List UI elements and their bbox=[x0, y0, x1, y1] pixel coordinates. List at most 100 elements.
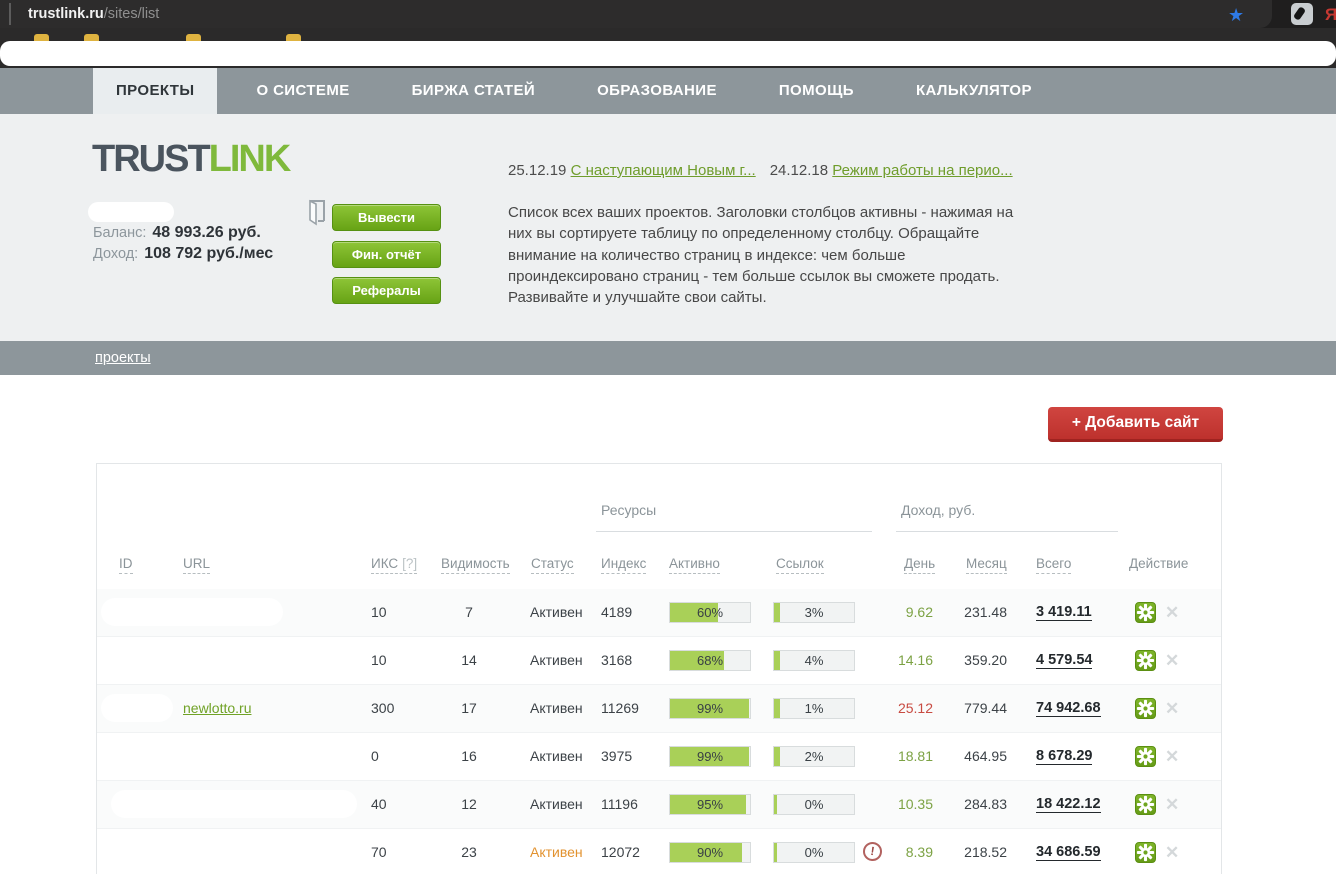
row-redaction bbox=[107, 742, 347, 770]
index-link[interactable]: 11196 bbox=[601, 781, 638, 828]
nav-tab-5[interactable]: КАЛЬКУЛЯТОР bbox=[893, 68, 1055, 114]
settings-gear-icon[interactable] bbox=[1135, 794, 1156, 815]
column-label: ИКС bbox=[371, 556, 399, 571]
index-link[interactable]: 3975 bbox=[601, 733, 632, 780]
index-link[interactable]: 12072 bbox=[601, 829, 640, 874]
nav-tab-1[interactable]: О СИСТЕМЕ bbox=[233, 68, 372, 114]
income-total-link[interactable]: 8 678.29 bbox=[1036, 733, 1093, 780]
help-icon[interactable]: [?] bbox=[402, 556, 417, 571]
settings-gear-icon[interactable] bbox=[1135, 650, 1156, 671]
nav-tab-2[interactable]: БИРЖА СТАТЕЙ bbox=[389, 68, 558, 114]
logout-icon[interactable] bbox=[303, 196, 329, 231]
column-header-6[interactable]: Активно bbox=[669, 556, 720, 574]
fin-report-button[interactable]: Фин. отчёт bbox=[332, 241, 441, 268]
column-header-1[interactable]: URL bbox=[183, 556, 211, 574]
logo-trust-text: TRUST bbox=[92, 138, 211, 180]
bookmark-star-icon[interactable]: ★ bbox=[1228, 1, 1244, 29]
iks-link[interactable]: 70 bbox=[371, 829, 387, 874]
nav-tab-3[interactable]: ОБРАЗОВАНИЕ bbox=[574, 68, 740, 114]
delete-site-icon[interactable]: ✕ bbox=[1165, 733, 1179, 780]
breadcrumb-projects-link[interactable]: проекты bbox=[95, 341, 151, 375]
nav-tab-projects[interactable]: ПРОЕКТЫ bbox=[93, 68, 218, 114]
column-header-7[interactable]: Ссылок bbox=[776, 556, 824, 574]
news-link[interactable]: Режим работы на перио... bbox=[832, 162, 1012, 179]
yandex-icon[interactable]: Я bbox=[1325, 3, 1336, 27]
delete-site-icon[interactable]: ✕ bbox=[1165, 589, 1179, 636]
extension-icon[interactable] bbox=[1291, 3, 1313, 25]
column-header-5[interactable]: Индекс bbox=[601, 556, 647, 574]
income-total-link[interactable]: 34 686.59 bbox=[1036, 829, 1101, 874]
column-header-9[interactable]: Месяц bbox=[966, 556, 1007, 574]
withdraw-button[interactable]: Вывести bbox=[332, 204, 441, 231]
balance-value: 48 993.26 руб. bbox=[152, 224, 261, 241]
income-total-text: 18 422.12 bbox=[1036, 796, 1101, 813]
progress-bar: 0% bbox=[773, 842, 855, 863]
column-header-0[interactable]: ID bbox=[119, 556, 133, 574]
iks-link[interactable]: 40 bbox=[371, 781, 387, 828]
site-url-link[interactable]: newlotto.ru bbox=[183, 685, 251, 732]
income-month-value: 779.44 bbox=[964, 700, 1007, 716]
status-value: Активен bbox=[530, 796, 583, 812]
income-total-link[interactable]: 18 422.12 bbox=[1036, 781, 1101, 828]
news-date: 25.12.19 bbox=[508, 162, 567, 179]
nav-tab-4[interactable]: ПОМОЩЬ bbox=[756, 68, 877, 114]
column-header-10[interactable]: Всего bbox=[1036, 556, 1072, 574]
trustlink-logo[interactable]: TRUSTLINK bbox=[92, 138, 291, 181]
news-link[interactable]: С наступающим Новым г... bbox=[571, 162, 756, 179]
column-label: Месяц bbox=[966, 556, 1007, 571]
iks-link[interactable]: 300 bbox=[371, 685, 394, 732]
income-total-text: 3 419.11 bbox=[1036, 604, 1092, 621]
income-day-value: 14.16 bbox=[897, 652, 933, 668]
referrals-button[interactable]: Рефералы bbox=[332, 277, 441, 304]
index-link[interactable]: 4189 bbox=[601, 589, 632, 636]
progress-bar: 60% bbox=[669, 602, 751, 623]
iks-link[interactable]: 10 bbox=[371, 589, 387, 636]
income-total-link[interactable]: 3 419.11 bbox=[1036, 589, 1092, 636]
column-label: Активно bbox=[669, 556, 720, 571]
income-day-value: 25.12 bbox=[897, 700, 933, 716]
table-row: 40 12 Активен 11196 95% 0% 10.35 284.83 18 422.1… bbox=[97, 780, 1221, 828]
progress-label: 60% bbox=[696, 605, 724, 620]
iks-link[interactable]: 0 bbox=[371, 733, 379, 780]
visibility-value: 17 bbox=[461, 700, 477, 716]
status-value: Активен bbox=[530, 748, 583, 764]
progress-label: 4% bbox=[804, 653, 824, 668]
settings-gear-icon[interactable] bbox=[1135, 746, 1156, 767]
news-date: 24.12.18 bbox=[769, 162, 829, 179]
progress-bar: 1% bbox=[773, 698, 855, 719]
page-url[interactable]: trustlink.ru/sites/list bbox=[28, 0, 159, 28]
column-header-3[interactable]: Видимость bbox=[441, 556, 510, 574]
delete-site-icon[interactable]: ✕ bbox=[1165, 685, 1179, 732]
progress-label: 1% bbox=[804, 701, 824, 716]
delete-site-icon[interactable]: ✕ bbox=[1165, 829, 1179, 874]
projects-table: Ресурсы Доход, руб. ID URL ИКС [?] Видимость… bbox=[96, 463, 1222, 874]
income-total-link[interactable]: 4 579.54 bbox=[1036, 637, 1093, 684]
delete-site-icon[interactable]: ✕ bbox=[1165, 637, 1179, 684]
iks-link[interactable]: 10 bbox=[371, 637, 387, 684]
index-link[interactable]: 11269 bbox=[601, 685, 639, 732]
delete-site-icon[interactable]: ✕ bbox=[1165, 781, 1179, 828]
news-line: 25.12.19 С наступающим Новым г... 24.12.1… bbox=[508, 162, 1013, 179]
settings-gear-icon[interactable] bbox=[1135, 842, 1156, 863]
progress-label: 90% bbox=[696, 845, 724, 860]
row-redaction bbox=[101, 598, 283, 626]
income-month-value: 359.20 bbox=[964, 652, 1007, 668]
progress-label: 68% bbox=[696, 653, 724, 668]
column-header-4[interactable]: Статус bbox=[531, 556, 574, 574]
group-header-resources: Ресурсы bbox=[601, 502, 657, 518]
settings-gear-icon[interactable] bbox=[1135, 602, 1156, 623]
address-field[interactable]: trustlink.ru/sites/list ★ bbox=[0, 0, 1272, 28]
progress-label: 0% bbox=[804, 845, 824, 860]
settings-gear-icon[interactable] bbox=[1135, 698, 1156, 719]
index-link[interactable]: 3168 bbox=[601, 637, 632, 684]
column-header-2[interactable]: ИКС [?] bbox=[371, 556, 418, 574]
visibility-value: 16 bbox=[461, 748, 477, 764]
income-total-link[interactable]: 74 942.68 bbox=[1036, 685, 1101, 732]
text-caret bbox=[9, 3, 11, 25]
progress-bar: 2% bbox=[773, 746, 855, 767]
income-day-value: 9.62 bbox=[905, 604, 933, 620]
add-site-button[interactable]: + Добавить сайт bbox=[1048, 407, 1223, 442]
column-label: Всего bbox=[1036, 556, 1072, 571]
progress-label: 3% bbox=[804, 605, 824, 620]
column-header-8[interactable]: День bbox=[904, 556, 936, 574]
